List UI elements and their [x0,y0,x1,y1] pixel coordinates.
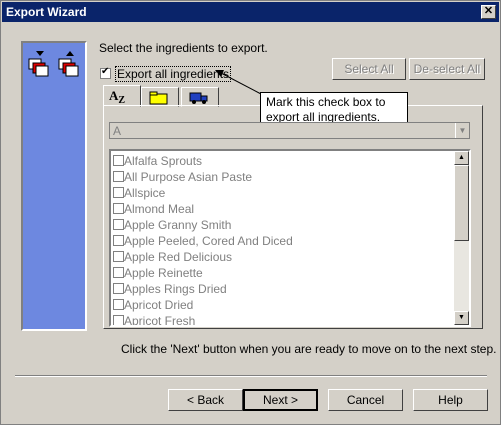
ingredient-checkbox[interactable] [113,219,124,230]
tab-alphabetical[interactable]: AZ [103,85,141,107]
deselect-all-button[interactable]: De-select All [409,58,485,80]
footer-separator [15,375,487,377]
footer-hint: Click the 'Next' button when you are rea… [121,342,497,356]
ingredient-label: Allspice [124,186,166,200]
ingredient-label: All Purpose Asian Paste [124,170,253,184]
export-arrow-down-icon [28,51,49,77]
ingredient-label: Almond Meal [124,202,195,216]
ingredient-checkbox[interactable] [113,171,124,182]
ingredient-checkbox[interactable] [113,299,124,310]
ingredient-checkbox[interactable] [113,155,124,166]
letter-combo[interactable]: A ▼ [109,122,470,139]
scroll-down-icon[interactable]: ▼ [454,311,469,325]
scroll-up-icon[interactable]: ▲ [454,151,469,165]
close-button[interactable]: ✕ [481,5,496,19]
next-button[interactable]: Next > [243,389,318,411]
tab-supplier[interactable] [181,87,219,107]
ingredient-checkbox[interactable] [113,267,124,278]
export-all-checkbox[interactable] [100,66,111,79]
instruction-text: Select the ingredients to export. [99,41,268,55]
tab-category[interactable] [141,87,179,107]
chevron-down-icon[interactable]: ▼ [455,123,469,138]
ingredient-label: Apple Red Delicious [124,250,233,264]
ingredient-checkbox[interactable] [113,235,124,246]
list-scrollbar[interactable]: ▲ ▼ [454,151,469,325]
select-all-button[interactable]: Select All [332,58,406,80]
callout-pointer [215,70,262,95]
ingredient-checkbox[interactable] [113,283,124,294]
window-title: Export Wizard [6,5,87,19]
scroll-thumb[interactable] [454,165,469,241]
export-wizard-window: Export Wizard ✕ Select the ingredients t… [0,0,501,425]
export-all-label[interactable]: Export all ingredients [115,66,232,82]
ingredient-label: Apple Peeled, Cored And Diced [124,234,293,248]
title-bar: Export Wizard ✕ [2,2,499,22]
letter-combo-value: A [113,124,122,138]
ingredient-label: Apples Rings Dried [124,282,227,296]
ingredient-label: Apricot Dried [124,298,194,312]
help-button[interactable]: Help [413,389,488,411]
ingredient-checkbox[interactable] [113,187,124,198]
ingredient-checkbox[interactable] [113,315,124,325]
wizard-side-panel [21,41,87,331]
truck-icon [189,92,208,104]
ingredient-checkbox[interactable] [113,251,124,262]
ingredient-label: Alfalfa Sprouts [124,154,203,168]
ingredient-label: Apricot Fresh [124,314,196,327]
callout-line-1: Mark this check box to [266,95,386,109]
folder-icon [149,91,168,105]
ingredient-list[interactable]: Alfalfa Sprouts All Purpose Asian Paste Al… [109,149,471,327]
export-arrow-up-icon [58,51,79,77]
cancel-button[interactable]: Cancel [328,389,403,411]
ingredient-label: Apple Reinette [124,266,203,280]
ingredient-label: Apple Granny Smith [124,218,232,232]
az-sort-icon: AZ [109,88,126,106]
back-button[interactable]: < Back [168,389,243,411]
ingredient-checkbox[interactable] [113,203,124,214]
